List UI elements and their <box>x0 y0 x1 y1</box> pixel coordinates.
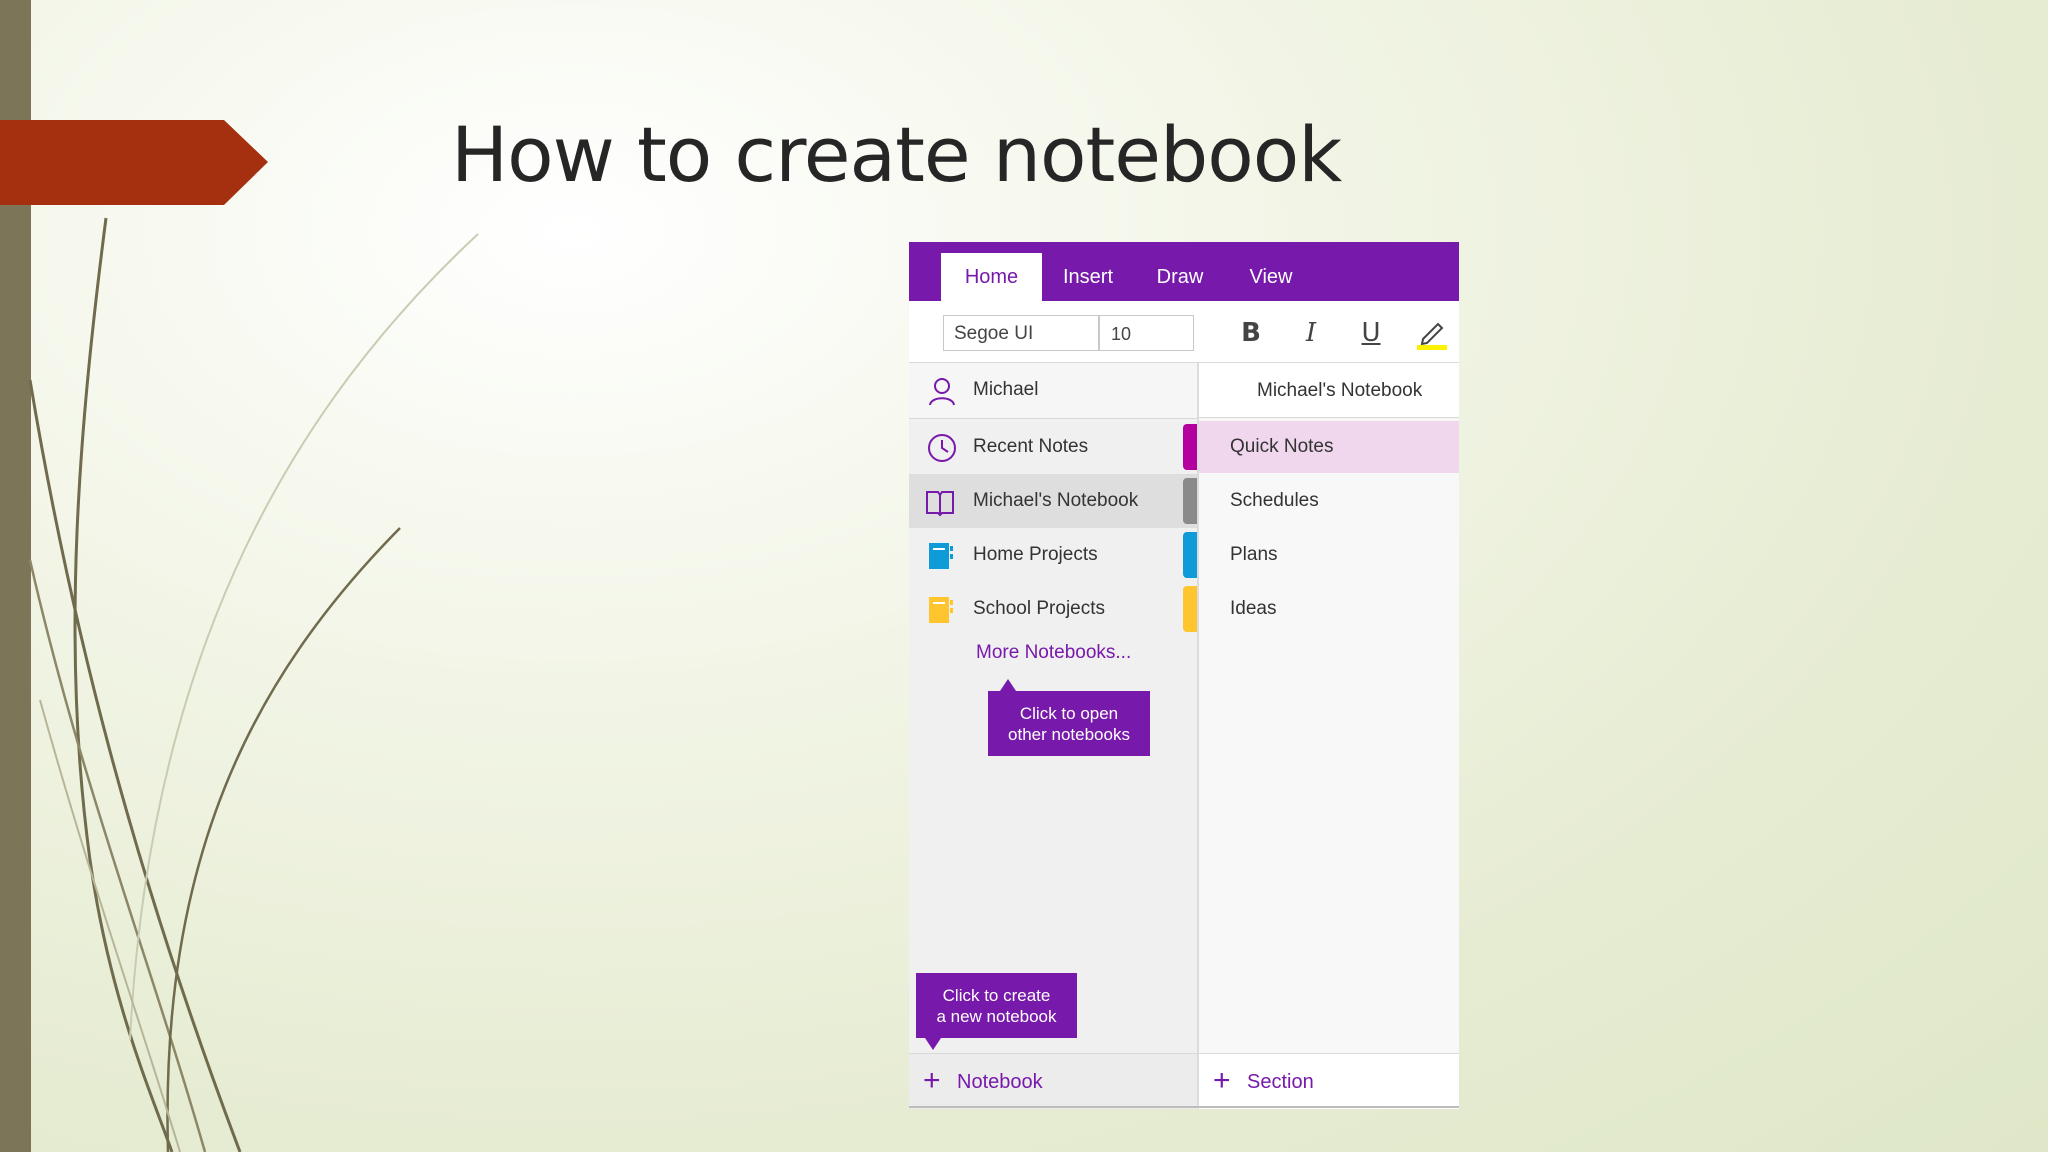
font-size-select[interactable]: 10 <box>1099 315 1194 351</box>
home-projects-color-tab <box>1183 532 1197 578</box>
notebook-icon <box>929 597 953 623</box>
notebook-title: Michael's Notebook <box>1257 380 1423 401</box>
account-row[interactable]: Michael <box>909 363 1197 419</box>
add-section-button[interactable]: + Section <box>1199 1053 1459 1109</box>
nav-item-michaels-notebook[interactable]: Michael's Notebook <box>909 474 1197 528</box>
section-label: Quick Notes <box>1230 436 1334 457</box>
recent-notes-color-tab <box>1183 424 1197 470</box>
section-quick-notes[interactable]: Quick Notes <box>1199 421 1459 473</box>
account-name: Michael <box>973 379 1039 400</box>
section-ideas[interactable]: Ideas <box>1199 583 1459 635</box>
michaels-notebook-color-tab <box>1183 478 1197 524</box>
nav-item-label: Home Projects <box>973 544 1098 565</box>
person-icon <box>929 378 955 406</box>
section-label: Ideas <box>1230 598 1277 619</box>
callout-text: Click to create <box>942 986 1051 1005</box>
font-family-select[interactable]: Segoe UI <box>943 315 1099 351</box>
callout-text: a new notebook <box>936 1007 1057 1026</box>
section-label: Plans <box>1230 544 1278 565</box>
plus-icon: + <box>1213 1064 1231 1097</box>
clock-icon <box>928 434 956 462</box>
add-notebook-button[interactable]: + Notebook <box>909 1053 1197 1109</box>
section-plans[interactable]: Plans <box>1199 529 1459 581</box>
section-label: Schedules <box>1230 490 1319 511</box>
nav-item-home-projects[interactable]: Home Projects <box>909 528 1197 582</box>
underline-button[interactable]: U <box>1353 315 1389 351</box>
formatting-toolbar: Segoe UI 10 B I U <box>909 301 1459 363</box>
title-arrow-banner <box>0 120 268 205</box>
add-section-label: Section <box>1247 1071 1314 1093</box>
nav-item-label: Recent Notes <box>973 436 1089 457</box>
callout-create-notebook: Click to create a new notebook <box>916 973 1077 1050</box>
plus-icon: + <box>923 1064 941 1097</box>
callout-text: Click to open <box>1019 704 1119 723</box>
nav-item-label: School Projects <box>973 598 1106 619</box>
italic-button[interactable]: I <box>1293 315 1329 351</box>
highlighter-button[interactable] <box>1414 315 1450 351</box>
highlighter-icon <box>1417 322 1447 350</box>
tab-view[interactable]: View <box>1226 253 1316 301</box>
add-notebook-label: Notebook <box>957 1071 1043 1093</box>
nav-item-school-projects[interactable]: School Projects <box>909 582 1197 636</box>
bold-button[interactable]: B <box>1233 315 1269 351</box>
callout-text: other notebooks <box>1008 725 1130 744</box>
nav-item-recent-notes[interactable]: Recent Notes <box>909 420 1197 474</box>
section-pane: Michael's Notebook Quick Notes Schedules… <box>1199 363 1459 1109</box>
slide-title: How to create notebook <box>451 110 1342 199</box>
more-notebooks-link[interactable]: More Notebooks... <box>976 642 1131 664</box>
section-schedules[interactable]: Schedules <box>1199 475 1459 527</box>
ribbon-tab-bar: Home Insert Draw View <box>909 242 1459 301</box>
notebook-icon <box>929 543 953 569</box>
school-projects-color-tab <box>1183 586 1197 632</box>
tab-insert[interactable]: Insert <box>1042 253 1134 301</box>
open-book-icon <box>926 491 954 517</box>
tab-home[interactable]: Home <box>941 253 1042 301</box>
window-bottom-border <box>909 1106 1459 1108</box>
callout-open-notebooks: Click to open other notebooks <box>988 679 1150 756</box>
notebook-header: Michael's Notebook <box>1199 363 1459 418</box>
nav-item-label: Michael's Notebook <box>973 490 1139 511</box>
tab-draw[interactable]: Draw <box>1134 253 1226 301</box>
